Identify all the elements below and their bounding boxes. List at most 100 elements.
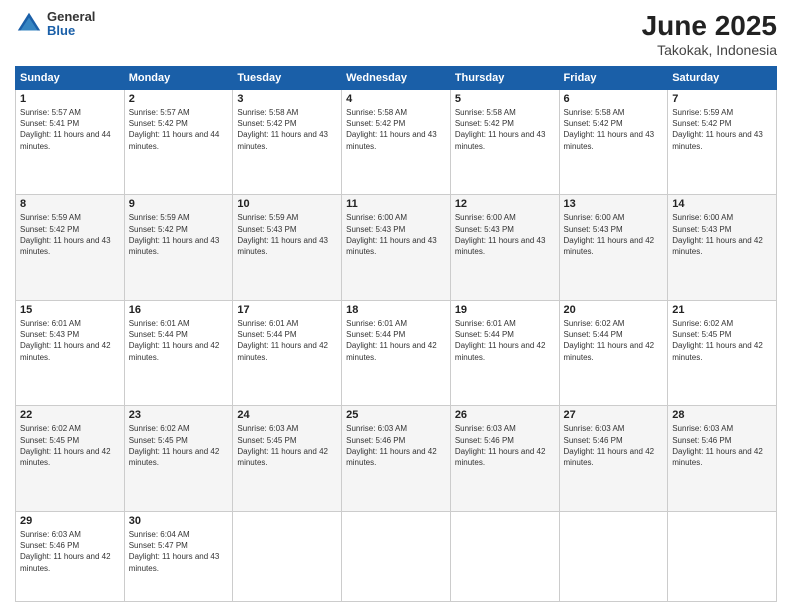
calendar-cell: 8 Sunrise: 5:59 AM Sunset: 5:42 PM Dayli…: [16, 195, 125, 300]
cell-info: Sunrise: 6:00 AM Sunset: 5:43 PM Dayligh…: [346, 212, 446, 257]
cell-info: Sunrise: 5:57 AM Sunset: 5:41 PM Dayligh…: [20, 107, 120, 152]
calendar-cell: [233, 511, 342, 601]
cell-info: Sunrise: 5:59 AM Sunset: 5:43 PM Dayligh…: [237, 212, 337, 257]
calendar-cell: 13 Sunrise: 6:00 AM Sunset: 5:43 PM Dayl…: [559, 195, 668, 300]
calendar-cell: 26 Sunrise: 6:03 AM Sunset: 5:46 PM Dayl…: [450, 406, 559, 511]
calendar-week-2: 8 Sunrise: 5:59 AM Sunset: 5:42 PM Dayli…: [16, 195, 777, 300]
calendar-cell: 27 Sunrise: 6:03 AM Sunset: 5:46 PM Dayl…: [559, 406, 668, 511]
calendar-week-5: 29 Sunrise: 6:03 AM Sunset: 5:46 PM Dayl…: [16, 511, 777, 601]
cell-info: Sunrise: 6:01 AM Sunset: 5:44 PM Dayligh…: [346, 318, 446, 363]
day-number: 2: [129, 93, 229, 105]
calendar-cell: 19 Sunrise: 6:01 AM Sunset: 5:44 PM Dayl…: [450, 300, 559, 405]
calendar-cell: 5 Sunrise: 5:58 AM Sunset: 5:42 PM Dayli…: [450, 90, 559, 195]
cell-info: Sunrise: 6:02 AM Sunset: 5:45 PM Dayligh…: [129, 423, 229, 468]
cell-info: Sunrise: 5:58 AM Sunset: 5:42 PM Dayligh…: [564, 107, 664, 152]
day-number: 19: [455, 304, 555, 316]
cell-info: Sunrise: 6:02 AM Sunset: 5:44 PM Dayligh…: [564, 318, 664, 363]
calendar-cell: 6 Sunrise: 5:58 AM Sunset: 5:42 PM Dayli…: [559, 90, 668, 195]
cell-info: Sunrise: 5:59 AM Sunset: 5:42 PM Dayligh…: [672, 107, 772, 152]
calendar-header-sunday: Sunday: [16, 67, 125, 90]
calendar-cell: 3 Sunrise: 5:58 AM Sunset: 5:42 PM Dayli…: [233, 90, 342, 195]
logo-icon: [15, 10, 43, 38]
cell-info: Sunrise: 6:03 AM Sunset: 5:46 PM Dayligh…: [20, 529, 120, 574]
day-number: 20: [564, 304, 664, 316]
cell-info: Sunrise: 6:01 AM Sunset: 5:44 PM Dayligh…: [129, 318, 229, 363]
calendar-cell: 29 Sunrise: 6:03 AM Sunset: 5:46 PM Dayl…: [16, 511, 125, 601]
cell-info: Sunrise: 6:03 AM Sunset: 5:46 PM Dayligh…: [346, 423, 446, 468]
calendar-cell: 28 Sunrise: 6:03 AM Sunset: 5:46 PM Dayl…: [668, 406, 777, 511]
cell-info: Sunrise: 6:00 AM Sunset: 5:43 PM Dayligh…: [455, 212, 555, 257]
logo-blue: Blue: [47, 24, 95, 38]
calendar-cell: 2 Sunrise: 5:57 AM Sunset: 5:42 PM Dayli…: [124, 90, 233, 195]
cell-info: Sunrise: 5:58 AM Sunset: 5:42 PM Dayligh…: [346, 107, 446, 152]
cell-info: Sunrise: 6:03 AM Sunset: 5:45 PM Dayligh…: [237, 423, 337, 468]
day-number: 21: [672, 304, 772, 316]
calendar-header-monday: Monday: [124, 67, 233, 90]
day-number: 26: [455, 409, 555, 421]
calendar-header-friday: Friday: [559, 67, 668, 90]
calendar-cell: 10 Sunrise: 5:59 AM Sunset: 5:43 PM Dayl…: [233, 195, 342, 300]
day-number: 6: [564, 93, 664, 105]
calendar-cell: 18 Sunrise: 6:01 AM Sunset: 5:44 PM Dayl…: [342, 300, 451, 405]
day-number: 17: [237, 304, 337, 316]
calendar-cell: 23 Sunrise: 6:02 AM Sunset: 5:45 PM Dayl…: [124, 406, 233, 511]
cell-info: Sunrise: 6:00 AM Sunset: 5:43 PM Dayligh…: [672, 212, 772, 257]
day-number: 16: [129, 304, 229, 316]
day-number: 1: [20, 93, 120, 105]
cell-info: Sunrise: 6:01 AM Sunset: 5:43 PM Dayligh…: [20, 318, 120, 363]
calendar-cell: 12 Sunrise: 6:00 AM Sunset: 5:43 PM Dayl…: [450, 195, 559, 300]
header: General Blue June 2025 Takokak, Indonesi…: [15, 10, 777, 58]
calendar-week-4: 22 Sunrise: 6:02 AM Sunset: 5:45 PM Dayl…: [16, 406, 777, 511]
logo-general: General: [47, 10, 95, 24]
calendar-cell: 30 Sunrise: 6:04 AM Sunset: 5:47 PM Dayl…: [124, 511, 233, 601]
day-number: 18: [346, 304, 446, 316]
calendar-cell: 7 Sunrise: 5:59 AM Sunset: 5:42 PM Dayli…: [668, 90, 777, 195]
cell-info: Sunrise: 6:00 AM Sunset: 5:43 PM Dayligh…: [564, 212, 664, 257]
calendar-cell: [450, 511, 559, 601]
calendar-cell: 9 Sunrise: 5:59 AM Sunset: 5:42 PM Dayli…: [124, 195, 233, 300]
calendar-table: SundayMondayTuesdayWednesdayThursdayFrid…: [15, 66, 777, 602]
day-number: 8: [20, 198, 120, 210]
calendar-header-row: SundayMondayTuesdayWednesdayThursdayFrid…: [16, 67, 777, 90]
day-number: 7: [672, 93, 772, 105]
calendar-week-3: 15 Sunrise: 6:01 AM Sunset: 5:43 PM Dayl…: [16, 300, 777, 405]
calendar-cell: 25 Sunrise: 6:03 AM Sunset: 5:46 PM Dayl…: [342, 406, 451, 511]
cell-info: Sunrise: 5:59 AM Sunset: 5:42 PM Dayligh…: [20, 212, 120, 257]
cell-info: Sunrise: 5:58 AM Sunset: 5:42 PM Dayligh…: [455, 107, 555, 152]
calendar-cell: 1 Sunrise: 5:57 AM Sunset: 5:41 PM Dayli…: [16, 90, 125, 195]
calendar-cell: 24 Sunrise: 6:03 AM Sunset: 5:45 PM Dayl…: [233, 406, 342, 511]
title-block: June 2025 Takokak, Indonesia: [642, 10, 777, 58]
day-number: 30: [129, 515, 229, 527]
cell-info: Sunrise: 6:03 AM Sunset: 5:46 PM Dayligh…: [455, 423, 555, 468]
day-number: 22: [20, 409, 120, 421]
location: Takokak, Indonesia: [642, 42, 777, 58]
calendar-header-saturday: Saturday: [668, 67, 777, 90]
page: General Blue June 2025 Takokak, Indonesi…: [0, 0, 792, 612]
day-number: 25: [346, 409, 446, 421]
cell-info: Sunrise: 6:04 AM Sunset: 5:47 PM Dayligh…: [129, 529, 229, 574]
calendar-header-tuesday: Tuesday: [233, 67, 342, 90]
logo: General Blue: [15, 10, 95, 39]
cell-info: Sunrise: 6:03 AM Sunset: 5:46 PM Dayligh…: [564, 423, 664, 468]
day-number: 28: [672, 409, 772, 421]
day-number: 9: [129, 198, 229, 210]
calendar-cell: [559, 511, 668, 601]
day-number: 24: [237, 409, 337, 421]
calendar-header-thursday: Thursday: [450, 67, 559, 90]
calendar-week-1: 1 Sunrise: 5:57 AM Sunset: 5:41 PM Dayli…: [16, 90, 777, 195]
day-number: 14: [672, 198, 772, 210]
day-number: 13: [564, 198, 664, 210]
calendar-cell: 11 Sunrise: 6:00 AM Sunset: 5:43 PM Dayl…: [342, 195, 451, 300]
calendar-cell: 17 Sunrise: 6:01 AM Sunset: 5:44 PM Dayl…: [233, 300, 342, 405]
day-number: 11: [346, 198, 446, 210]
logo-text: General Blue: [47, 10, 95, 39]
cell-info: Sunrise: 5:59 AM Sunset: 5:42 PM Dayligh…: [129, 212, 229, 257]
day-number: 15: [20, 304, 120, 316]
cell-info: Sunrise: 6:01 AM Sunset: 5:44 PM Dayligh…: [237, 318, 337, 363]
calendar-cell: 15 Sunrise: 6:01 AM Sunset: 5:43 PM Dayl…: [16, 300, 125, 405]
calendar-cell: [342, 511, 451, 601]
month-title: June 2025: [642, 10, 777, 42]
calendar-cell: 21 Sunrise: 6:02 AM Sunset: 5:45 PM Dayl…: [668, 300, 777, 405]
day-number: 23: [129, 409, 229, 421]
calendar-cell: 14 Sunrise: 6:00 AM Sunset: 5:43 PM Dayl…: [668, 195, 777, 300]
